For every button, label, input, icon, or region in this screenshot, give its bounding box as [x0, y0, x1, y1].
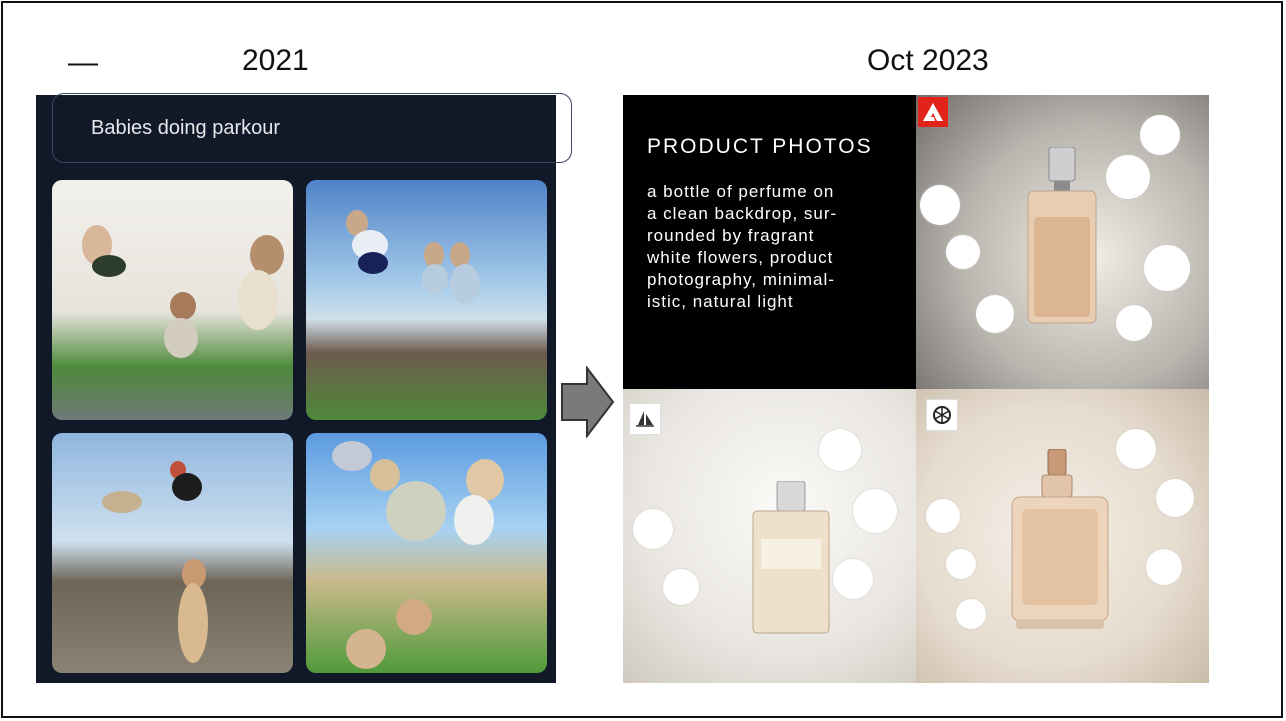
generated-image-1[interactable] [52, 180, 293, 420]
adobe-firefly-result[interactable] [916, 95, 1209, 389]
prompt-input[interactable]: Babies doing parkour [52, 93, 572, 163]
prompt-card-body: a bottle of perfume on a clean backdrop,… [647, 182, 838, 311]
dalle-2021-panel: Babies doing parkour [36, 93, 572, 683]
perfume-bottle-image [1011, 449, 1109, 629]
product-photos-panel: PRODUCT PHOTOS a bottle of perfume on a … [623, 95, 1209, 683]
adobe-logo-icon [918, 97, 948, 127]
midjourney-logo-icon [629, 403, 661, 435]
year-label-oct-2023: Oct 2023 [867, 44, 989, 77]
prompt-text: Babies doing parkour [91, 117, 281, 139]
generated-image-4[interactable] [306, 433, 547, 673]
generated-image-2[interactable] [306, 180, 547, 420]
generated-image-3[interactable] [52, 433, 293, 673]
prompt-card-title: PRODUCT PHOTOS [647, 135, 873, 158]
perfume-bottle-image [1027, 147, 1097, 324]
right-arrow-icon [561, 366, 615, 438]
dalle-3-result[interactable] [916, 389, 1209, 683]
dash-mark: — [68, 46, 98, 79]
perfume-bottle-image [752, 481, 830, 634]
openai-logo-icon [926, 399, 958, 431]
prompt-card: PRODUCT PHOTOS a bottle of perfume on a … [623, 95, 916, 389]
midjourney-result[interactable] [623, 389, 916, 683]
year-label-2021: 2021 [242, 44, 309, 77]
